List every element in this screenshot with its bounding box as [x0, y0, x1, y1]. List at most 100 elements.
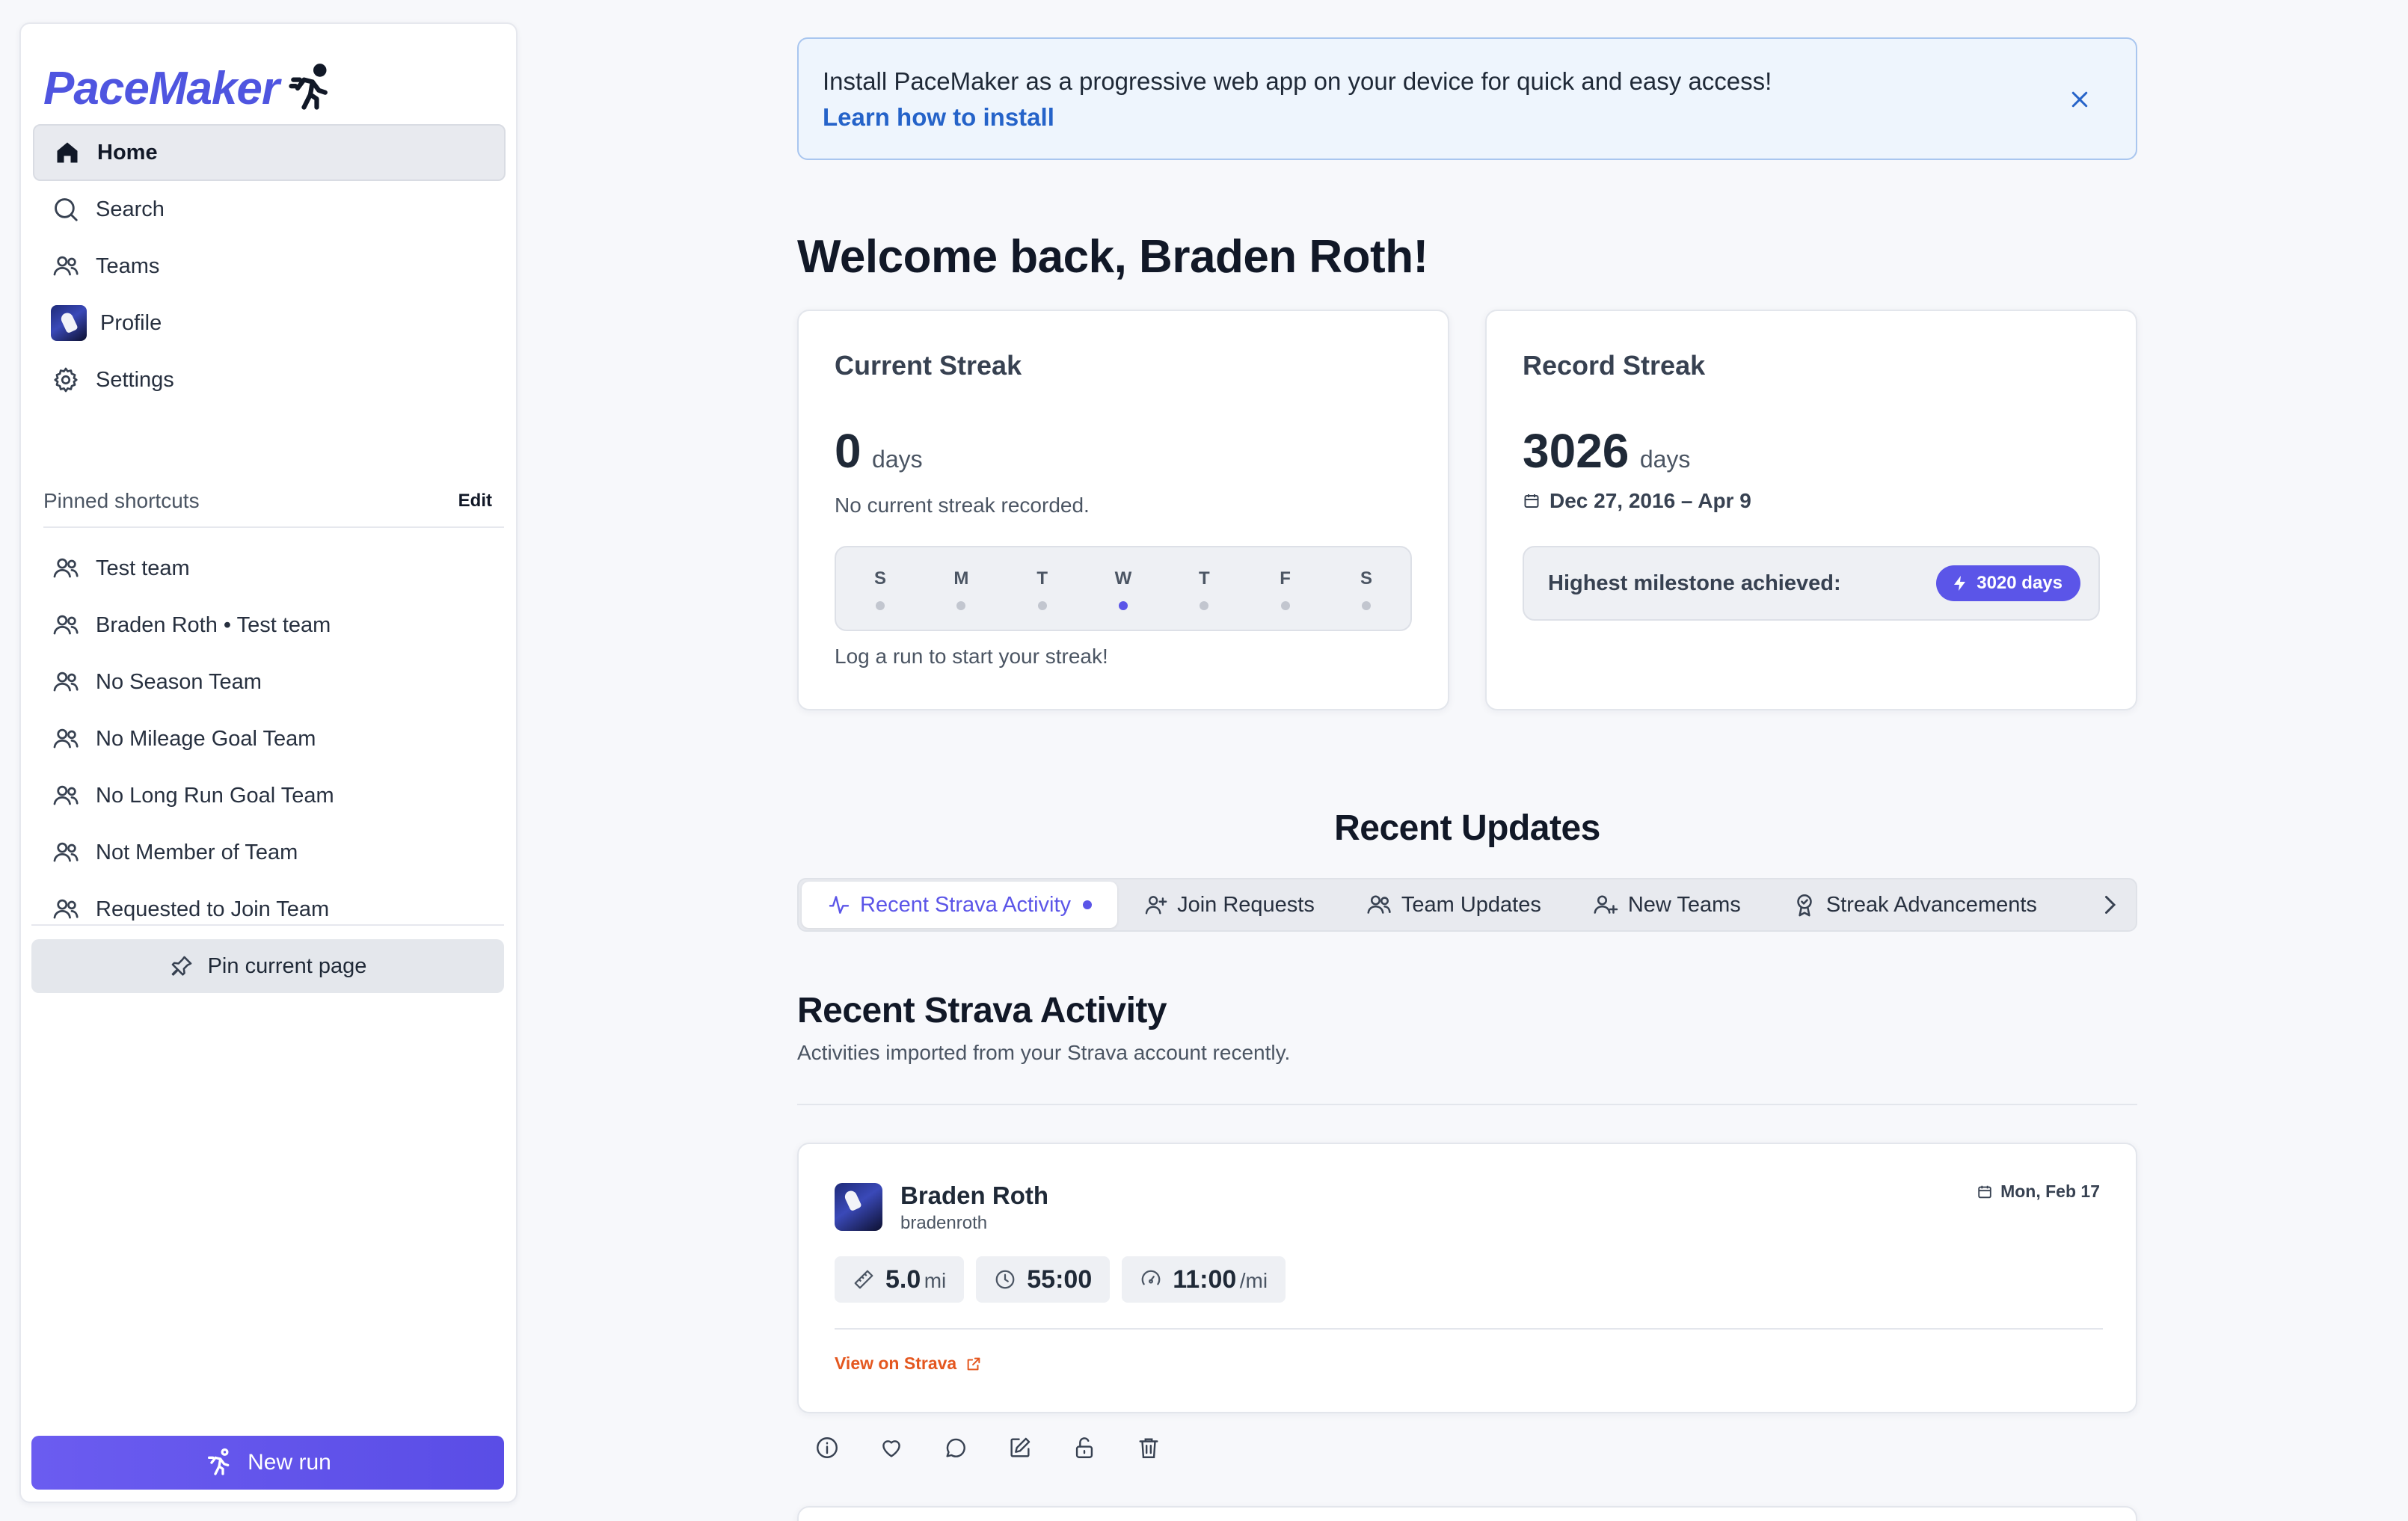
activity-user-name[interactable]: Braden Roth	[900, 1182, 1048, 1210]
pinned-edit-button[interactable]: Edit	[458, 491, 504, 511]
nav-search[interactable]: Search	[33, 181, 506, 238]
pinned-item[interactable]: No Long Run Goal Team	[33, 767, 506, 824]
users-plus-icon	[1592, 891, 1619, 918]
pinned-item-label: Braden Roth • Test team	[96, 612, 331, 637]
weekday: F	[1274, 547, 1297, 630]
pinned-item-label: Not Member of Team	[96, 840, 298, 864]
pinned-shortcuts-title: Pinned shortcuts	[43, 489, 200, 512]
pinned-item-label: Requested to Join Team	[96, 897, 330, 921]
learn-install-link[interactable]: Learn how to install	[823, 103, 1054, 132]
new-run-button[interactable]: New run	[31, 1436, 504, 1490]
day-dot	[956, 601, 966, 610]
today-dot	[1118, 601, 1128, 610]
nav-teams[interactable]: Teams	[33, 238, 506, 295]
tab-new-teams[interactable]: New Teams	[1567, 882, 1766, 928]
weekday-letter: M	[953, 568, 969, 589]
day-dot	[1361, 601, 1371, 610]
weekday: T	[1193, 547, 1215, 630]
clock-icon	[994, 1268, 1016, 1291]
view-on-strava-link[interactable]: View on Strava	[835, 1353, 982, 1374]
unlock-icon[interactable]	[1069, 1433, 1099, 1463]
nav-home[interactable]: Home	[33, 124, 506, 181]
pin-current-page-label: Pin current page	[207, 953, 367, 978]
close-icon[interactable]	[2060, 79, 2100, 120]
pin-current-page-button[interactable]: Pin current page	[31, 939, 504, 993]
unread-dot	[1083, 900, 1093, 909]
trash-icon[interactable]	[1134, 1433, 1164, 1463]
day-dot	[1037, 601, 1047, 610]
pinned-item-label: No Season Team	[96, 669, 262, 694]
activity-avatar[interactable]	[835, 1183, 882, 1231]
strava-section-title: Recent Strava Activity	[797, 991, 1167, 1030]
pinned-item[interactable]: Requested to Join Team	[33, 881, 506, 938]
tab-label: Join Requests	[1177, 892, 1315, 917]
time-stat: 55:00	[976, 1256, 1111, 1303]
strava-section-subtitle: Activities imported from your Strava acc…	[797, 1041, 1291, 1064]
weekday: T	[1031, 547, 1054, 630]
nav-profile[interactable]: Profile	[33, 295, 506, 351]
week-tracker: SMTWTFS	[835, 546, 1412, 631]
pinned-shortcuts-header: Pinned shortcuts Edit	[43, 476, 504, 528]
pinned-item[interactable]: Not Member of Team	[33, 824, 506, 881]
pinned-item[interactable]: No Season Team	[33, 654, 506, 710]
comment-icon[interactable]	[941, 1433, 971, 1463]
heart-icon[interactable]	[876, 1433, 906, 1463]
runner-icon	[283, 63, 337, 114]
gauge-icon	[1140, 1268, 1162, 1291]
current-streak-title: Current Streak	[835, 350, 1022, 381]
edit-icon[interactable]	[1005, 1433, 1035, 1463]
info-icon[interactable]	[812, 1433, 842, 1463]
tab-recent-strava-activity[interactable]: Recent Strava Activity	[802, 882, 1118, 928]
recent-updates-tabs: Recent Strava Activity Join Requests Tea…	[797, 878, 2137, 932]
calendar-icon	[1523, 492, 1541, 510]
current-streak-note: No current streak recorded.	[835, 494, 1090, 517]
users-icon	[51, 724, 81, 754]
install-banner-text: Install PaceMaker as a progressive web a…	[823, 67, 1772, 95]
weekday-letter: S	[1360, 568, 1372, 589]
pinned-item-label: No Long Run Goal Team	[96, 783, 334, 808]
calendar-icon	[1977, 1184, 1993, 1200]
app-logo[interactable]: PaceMaker	[43, 51, 337, 126]
home-icon	[52, 138, 82, 168]
award-icon	[1792, 892, 1817, 918]
tab-join-requests[interactable]: Join Requests	[1117, 882, 1340, 928]
users-icon	[51, 781, 81, 811]
tab-label: Recent Strava Activity	[860, 892, 1072, 917]
record-streak-title: Record Streak	[1523, 350, 1706, 381]
record-streak-number: 3026	[1523, 424, 1630, 478]
activity-actions	[812, 1433, 1164, 1463]
record-streak-dates: Dec 27, 2016 – Apr 9	[1549, 489, 1751, 512]
nav-settings[interactable]: Settings	[33, 351, 506, 408]
pinned-list: Test team Braden Roth • Test team No Seaso…	[33, 540, 506, 938]
welcome-heading: Welcome back, Braden Roth!	[797, 231, 1428, 283]
main-nav: Home Search Teams Profile Settings	[33, 124, 506, 408]
record-streak-unit: days	[1639, 446, 1691, 473]
sidebar: PaceMaker Home Search Teams Profile Sett…	[19, 22, 517, 1503]
runner-icon	[204, 1448, 234, 1478]
milestone-box: Highest milestone achieved: 3020 days	[1523, 546, 2100, 621]
tab-label: Streak Advancements	[1825, 892, 2037, 917]
tab-streak-advancements[interactable]: Streak Advancements	[1766, 882, 2063, 928]
current-streak-value: 0 days	[835, 423, 923, 479]
tab-team-updates[interactable]: Team Updates	[1340, 882, 1567, 928]
avatar	[51, 305, 87, 341]
record-streak-range: Dec 27, 2016 – Apr 9	[1523, 489, 1751, 513]
pace-value: 11:00	[1173, 1265, 1237, 1294]
record-streak-value: 3026 days	[1523, 423, 1690, 479]
distance-value: 5.0	[885, 1265, 921, 1294]
next-activity-card	[797, 1506, 2137, 1521]
search-icon	[51, 194, 81, 224]
pace-stat: 11:00 /mi	[1122, 1256, 1286, 1303]
weekday: S	[869, 547, 891, 630]
pinned-item[interactable]: Test team	[33, 540, 506, 597]
current-streak-unit: days	[872, 446, 923, 473]
current-streak-number: 0	[835, 424, 861, 478]
section-divider	[797, 1104, 2137, 1105]
pinned-item[interactable]: Braden Roth • Test team	[33, 597, 506, 654]
weekday-letter: T	[1198, 568, 1210, 589]
gear-icon	[51, 365, 81, 395]
chevron-right-icon[interactable]	[2100, 891, 2119, 918]
pinned-item[interactable]: No Mileage Goal Team	[33, 710, 506, 767]
nav-teams-label: Teams	[96, 254, 160, 278]
users-icon	[51, 838, 81, 867]
